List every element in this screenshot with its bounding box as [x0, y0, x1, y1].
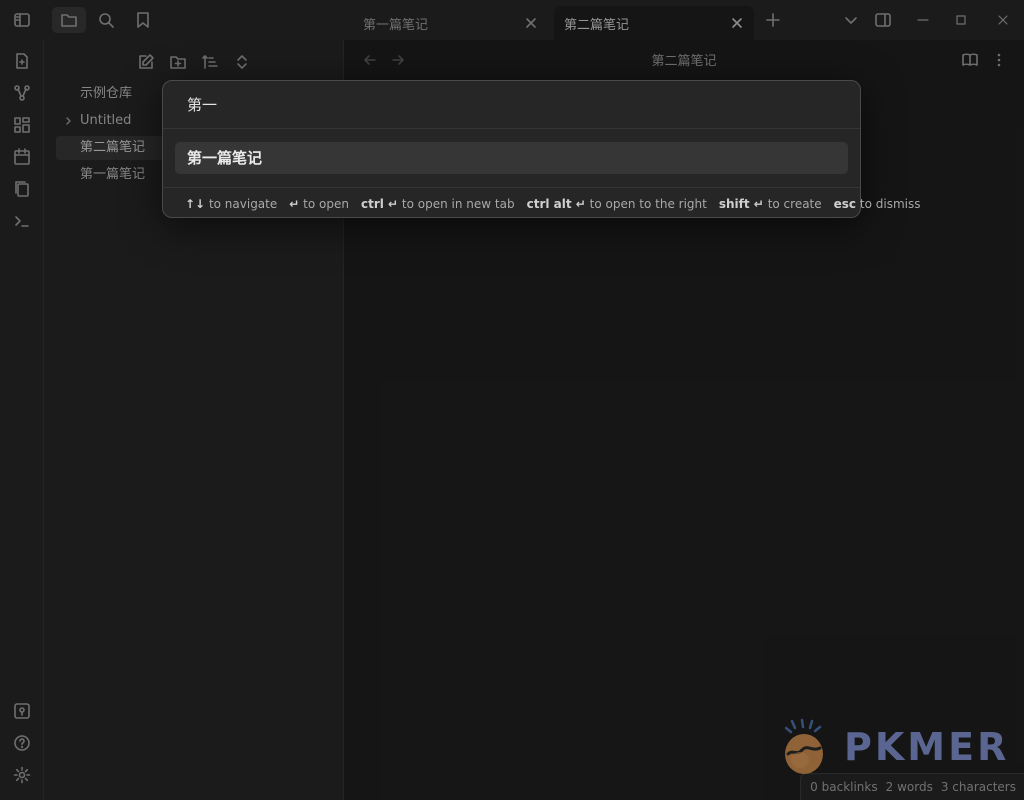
instruction-navigate: ↑↓ to navigate: [185, 197, 278, 211]
quick-switcher: 第一篇笔记 ↑↓ to navigate ↵ to open ctrl ↵ to…: [162, 80, 920, 220]
instruction-dismiss: esc to dismiss: [833, 197, 921, 211]
instruction-create: shift ↵ to create: [718, 197, 822, 211]
search-input[interactable]: [163, 81, 860, 129]
instruction-new-tab: ctrl ↵ to open in new tab: [360, 197, 515, 211]
instruction-open: ↵ to open: [289, 197, 349, 211]
instructions-bar: ↑↓ to navigate ↵ to open ctrl ↵ to open …: [163, 187, 920, 220]
suggestion-item[interactable]: 第一篇笔记: [175, 142, 848, 174]
instruction-open-right: ctrl alt ↵ to open to the right: [526, 197, 707, 211]
